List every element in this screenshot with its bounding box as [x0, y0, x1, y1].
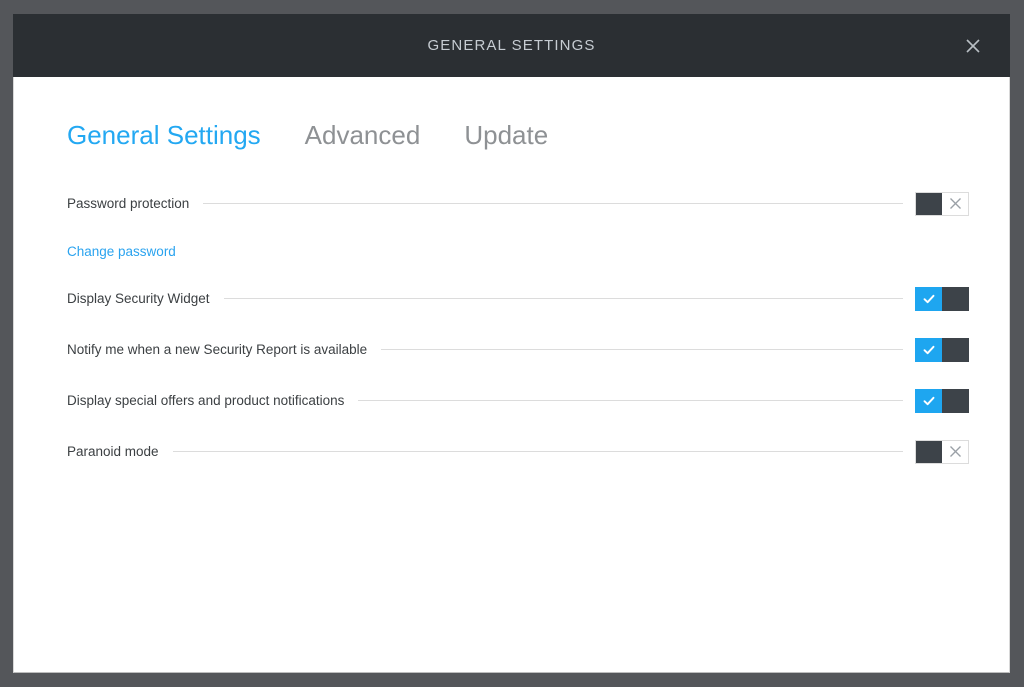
toggle-password-protection[interactable]	[915, 192, 969, 216]
row-divider	[203, 203, 903, 204]
tab-update[interactable]: Update	[464, 121, 548, 150]
settings-content: General Settings Advanced Update Passwor…	[13, 77, 1010, 673]
tab-bar: General Settings Advanced Update	[54, 77, 969, 150]
x-icon	[949, 197, 962, 210]
toggle-track	[942, 287, 969, 311]
setting-row-security-report-notification: Notify me when a new Security Report is …	[67, 332, 969, 368]
setting-label-security-report-notification: Notify me when a new Security Report is …	[67, 342, 367, 357]
tab-advanced[interactable]: Advanced	[305, 121, 421, 150]
window-title: GENERAL SETTINGS	[428, 37, 596, 54]
check-icon	[922, 394, 936, 408]
close-icon	[963, 36, 983, 56]
toggle-track	[942, 441, 968, 463]
toggle-knob	[915, 389, 942, 413]
close-button[interactable]	[956, 29, 990, 63]
tab-advanced-label: Advanced	[305, 120, 421, 150]
setting-label-paranoid-mode: Paranoid mode	[67, 444, 159, 459]
settings-list: Password protection Change password	[54, 186, 969, 470]
check-icon	[922, 343, 936, 357]
toggle-security-report-notification[interactable]	[915, 338, 969, 362]
toggle-paranoid-mode[interactable]	[915, 440, 969, 464]
tab-update-label: Update	[464, 120, 548, 150]
toggle-knob	[915, 338, 942, 362]
toggle-knob	[916, 193, 942, 215]
row-divider	[173, 451, 903, 452]
window-titlebar: GENERAL SETTINGS	[13, 14, 1010, 77]
setting-label-display-security-widget: Display Security Widget	[67, 291, 210, 306]
row-divider	[224, 298, 903, 299]
setting-label-password-protection: Password protection	[67, 196, 189, 211]
check-icon	[922, 292, 936, 306]
toggle-display-security-widget[interactable]	[915, 287, 969, 311]
toggle-track	[942, 389, 969, 413]
setting-label-special-offers: Display special offers and product notif…	[67, 393, 344, 408]
toggle-knob	[916, 441, 942, 463]
change-password-row: Change password	[67, 237, 969, 267]
setting-row-display-security-widget: Display Security Widget	[67, 281, 969, 317]
setting-row-special-offers: Display special offers and product notif…	[67, 383, 969, 419]
setting-row-paranoid-mode: Paranoid mode	[67, 434, 969, 470]
setting-row-password-protection: Password protection	[67, 186, 969, 222]
toggle-knob	[915, 287, 942, 311]
toggle-track	[942, 338, 969, 362]
toggle-track	[942, 193, 968, 215]
change-password-link[interactable]: Change password	[67, 244, 176, 259]
settings-window: GENERAL SETTINGS General Settings Advanc…	[13, 14, 1010, 673]
tab-general-settings-label: General Settings	[67, 120, 261, 150]
row-divider	[381, 349, 903, 350]
row-divider	[358, 400, 903, 401]
x-icon	[949, 445, 962, 458]
tab-general-settings[interactable]: General Settings	[67, 121, 261, 150]
toggle-special-offers[interactable]	[915, 389, 969, 413]
